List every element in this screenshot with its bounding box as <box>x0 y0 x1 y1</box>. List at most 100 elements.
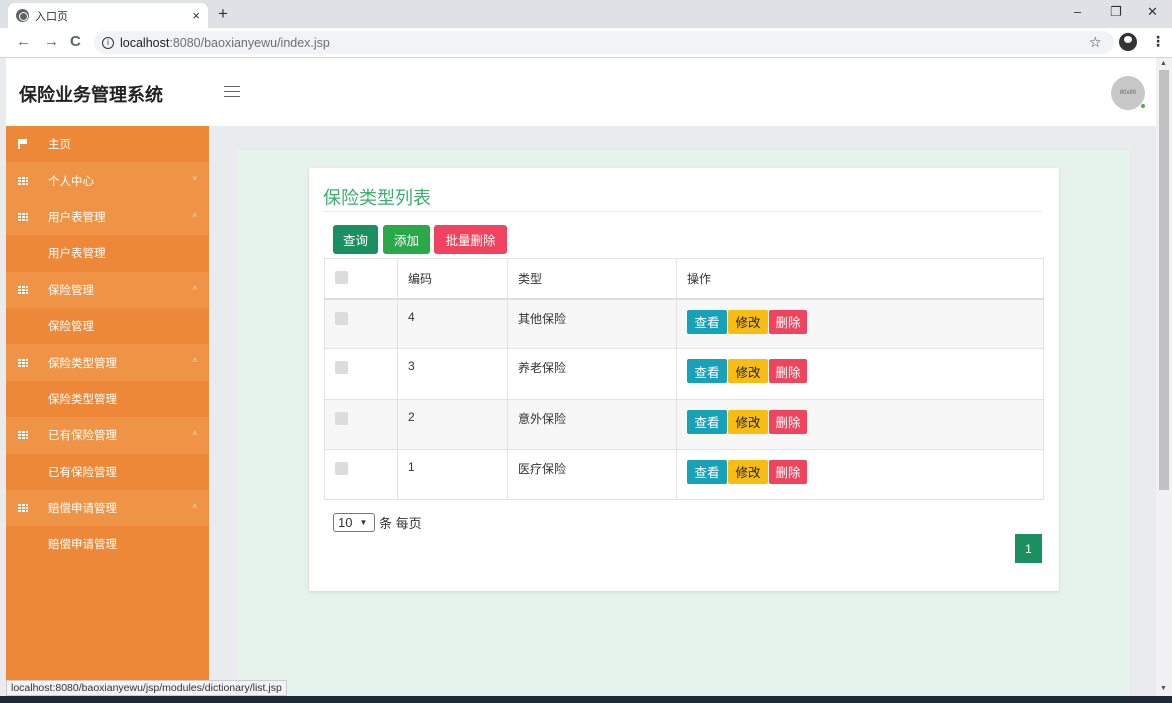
delete-button[interactable]: 删除 <box>769 359 807 384</box>
edit-button[interactable]: 修改 <box>728 459 768 484</box>
browser-menu-icon[interactable]: ⋮ <box>1151 33 1165 50</box>
sidebar-item-label: 已有保险管理 <box>48 430 117 443</box>
sidebar-item-label: 个人中心 <box>48 175 94 188</box>
view-button[interactable]: 查看 <box>687 409 727 434</box>
scroll-down-icon[interactable]: ▼ <box>1160 685 1167 692</box>
os-taskbar <box>0 696 1172 703</box>
sidebar-item-insurance[interactable]: 保险管理 ˄ <box>6 271 209 308</box>
select-all-checkbox[interactable] <box>335 271 348 285</box>
delete-button[interactable]: 删除 <box>769 409 807 434</box>
scroll-up-icon[interactable]: ▲ <box>1160 60 1167 67</box>
window-close-icon[interactable]: ✕ <box>1147 4 1158 20</box>
online-status-dot <box>1140 103 1146 109</box>
add-button[interactable]: 添加 <box>383 225 430 254</box>
address-bar: ← → C i localhost:8080/baoxianyewu/index… <box>0 28 1172 58</box>
tab-title: 入口页 <box>35 10 68 23</box>
row-checkbox-cell <box>324 297 398 350</box>
row-checkbox[interactable] <box>335 311 348 325</box>
query-button[interactable]: 查询 <box>333 225 378 254</box>
scrollbar-thumb[interactable] <box>1159 70 1169 490</box>
page-size-control: 10 ▼ 条 每页 <box>333 513 422 532</box>
sidebar-item-home[interactable]: 主页 <box>6 126 209 163</box>
page-size-value: 10 <box>338 515 353 530</box>
sidebar-subitem-claims[interactable]: 赔偿申请管理 <box>6 526 209 563</box>
cell-code: 3 <box>397 348 508 400</box>
sidebar-item-user-table[interactable]: 用户表管理 ˄ <box>6 198 209 236</box>
browser-tab[interactable]: 入口页 × <box>8 3 208 28</box>
table-row: 1 医疗保险 查看 修改 删除 <box>324 448 1044 501</box>
edit-button[interactable]: 修改 <box>728 309 768 334</box>
edit-button[interactable]: 修改 <box>728 409 768 434</box>
hamburger-menu-icon[interactable] <box>224 86 240 97</box>
sidebar-item-personal-center[interactable]: 个人中心 ˅ <box>6 162 209 199</box>
view-button[interactable]: 查看 <box>687 459 727 484</box>
status-url: localhost:8080/baoxianyewu/jsp/modules/d… <box>6 680 287 696</box>
view-button[interactable]: 查看 <box>687 309 727 334</box>
back-icon[interactable]: ← <box>16 33 31 50</box>
sidebar-item-claims[interactable]: 赔偿申请管理 ˄ <box>6 489 209 527</box>
cell-type: 养老保险 <box>507 348 677 400</box>
header-actions: 操作 <box>676 258 1044 300</box>
sidebar-subitem-user-table[interactable]: 用户表管理 <box>6 235 209 272</box>
cell-actions: 查看 修改 删除 <box>676 448 1044 501</box>
bookmark-star-icon[interactable]: ☆ <box>1089 34 1102 51</box>
sidebar-subitem-insurance[interactable]: 保险管理 <box>6 307 209 345</box>
sidebar-subitem-existing-insurance[interactable]: 已有保险管理 <box>6 453 209 490</box>
view-button[interactable]: 查看 <box>687 359 727 384</box>
grid-icon <box>18 285 28 294</box>
grid-icon <box>18 176 28 185</box>
sidebar-item-label: 用户表管理 <box>48 211 106 224</box>
sidebar-item-label: 主页 <box>48 139 71 152</box>
cell-actions: 查看 修改 删除 <box>676 348 1044 400</box>
cell-code: 1 <box>397 448 508 501</box>
tab-close-icon[interactable]: × <box>192 8 200 23</box>
info-icon[interactable]: i <box>102 36 114 49</box>
page-size-select[interactable]: 10 ▼ <box>333 513 375 532</box>
row-checkbox[interactable] <box>335 411 348 425</box>
app-header: 保险业务管理系统 80x80 <box>6 58 1156 126</box>
grid-icon <box>18 431 28 440</box>
new-tab-button[interactable]: + <box>218 4 228 24</box>
cell-type: 其他保险 <box>507 297 677 350</box>
sidebar-item-label: 保险管理 <box>48 284 94 297</box>
sidebar: 主页 个人中心 ˅ 用户表管理 ˄ 用户表管理 保险管理 ˄ 保险管理 保险类型… <box>6 126 209 696</box>
delete-button[interactable]: 删除 <box>769 309 807 334</box>
cell-code: 4 <box>397 297 508 350</box>
grid-icon <box>18 212 28 221</box>
row-checkbox-cell <box>324 398 398 450</box>
delete-button[interactable]: 删除 <box>769 459 807 484</box>
url-host: localhost <box>120 35 170 50</box>
row-checkbox[interactable] <box>335 461 348 475</box>
forward-icon[interactable]: → <box>44 33 59 50</box>
row-checkbox-cell <box>324 348 398 400</box>
select-all-cell <box>324 258 398 300</box>
table-row: 3 养老保险 查看 修改 删除 <box>324 348 1044 400</box>
per-page-label: 条 每页 <box>379 516 422 531</box>
sidebar-item-label: 保险类型管理 <box>48 357 117 370</box>
url-field[interactable]: i localhost:8080/baoxianyewu/index.jsp <box>94 31 1114 54</box>
list-card: 保险类型列表 查询 添加 批量删除 编码 类型 操作 4 其他保险 查看 修改 … <box>309 168 1059 591</box>
grid-icon <box>18 504 28 513</box>
table-header-row: 编码 类型 操作 <box>324 258 1044 300</box>
chevron-up-icon: ˄ <box>192 356 197 366</box>
sidebar-item-existing-insurance[interactable]: 已有保险管理 ˄ <box>6 417 209 454</box>
page-button-current[interactable]: 1 <box>1015 534 1042 563</box>
cell-type: 医疗保险 <box>507 448 677 501</box>
batch-delete-button[interactable]: 批量删除 <box>434 225 507 254</box>
header-code: 编码 <box>397 258 508 300</box>
minimize-icon[interactable]: – <box>1074 4 1081 19</box>
sidebar-item-label: 赔偿申请管理 <box>48 503 117 516</box>
table-row: 4 其他保险 查看 修改 删除 <box>324 297 1044 350</box>
sidebar-item-insurance-type[interactable]: 保险类型管理 ˄ <box>6 344 209 381</box>
sidebar-subitem-insurance-type[interactable]: 保险类型管理 <box>6 380 209 418</box>
profile-icon[interactable] <box>1119 33 1137 51</box>
reload-icon[interactable]: C <box>70 33 81 50</box>
table-row: 2 意外保险 查看 修改 删除 <box>324 398 1044 450</box>
header-type: 类型 <box>507 258 677 300</box>
row-checkbox[interactable] <box>335 361 348 375</box>
edit-button[interactable]: 修改 <box>728 359 768 384</box>
grid-icon <box>18 358 28 367</box>
chevron-down-icon: ▼ <box>359 518 368 527</box>
restore-icon[interactable]: ❐ <box>1110 4 1122 20</box>
row-checkbox-cell <box>324 448 398 501</box>
